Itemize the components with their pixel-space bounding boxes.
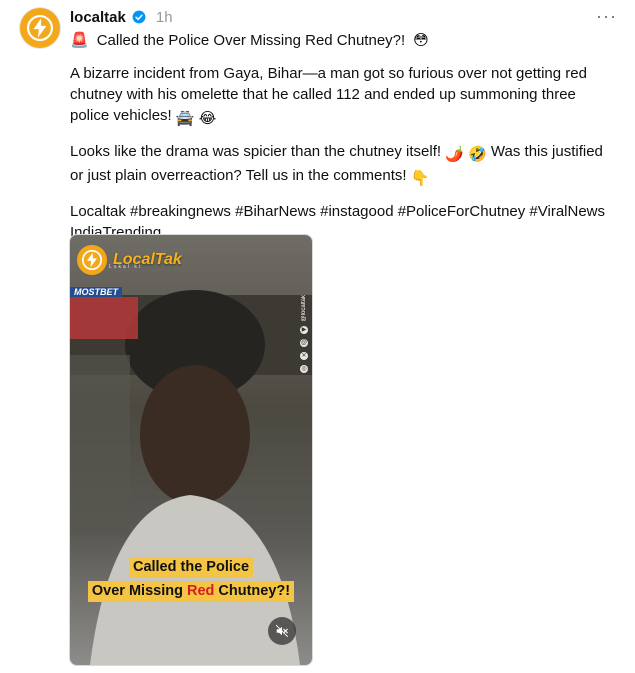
profile-avatar[interactable] [20, 8, 60, 48]
police-car-emoji: 🚔 [175, 110, 195, 127]
caption-line-2-a: Over Missing [91, 583, 187, 599]
instagram-icon: ◎ [300, 365, 308, 374]
post-title: Called the Police Over Missing Red Chutn… [96, 32, 406, 49]
mute-icon [275, 624, 289, 638]
post-body: 🚨 Called the Police Over Missing Red Chu… [70, 30, 610, 255]
post-title-line: 🚨 Called the Police Over Missing Red Chu… [70, 30, 610, 51]
video-brand-sub: Lokal ki [109, 264, 142, 270]
caption-line-2-red: Red [186, 583, 215, 599]
siren-emoji: 🚨 [70, 32, 89, 49]
caption-line-2: Over Missing Red Chutney?! [87, 581, 295, 602]
lightning-logo-icon [27, 15, 53, 41]
shocked-emoji: 😳 [413, 32, 429, 49]
verified-badge-icon [132, 10, 146, 24]
threads-icon: @ [300, 339, 308, 348]
username[interactable]: localtak [70, 9, 126, 26]
video-handle: @localtak [301, 295, 307, 322]
video-side-icons: @localtak ▶ @ ✕ ◎ [299, 295, 309, 374]
video-red-banner [70, 297, 138, 339]
post-paragraph-2: Looks like the drama was spicier than th… [70, 141, 610, 189]
post-timestamp[interactable]: 1h [156, 9, 173, 26]
laugh-emoji: 😂 [198, 110, 217, 127]
post-paragraph-1: A bizarre incident from Gaya, Bihar—a ma… [70, 63, 610, 129]
video-caption: Called the Police Over Missing Red Chutn… [70, 557, 312, 602]
mute-button[interactable] [268, 617, 296, 645]
video-logo-icon [77, 245, 107, 275]
more-options-icon[interactable]: ··· [596, 6, 617, 27]
paragraph-2-text: Looks like the drama was spicier than th… [70, 143, 442, 160]
paragraph-1-text: A bizarre incident from Gaya, Bihar—a ma… [70, 65, 587, 124]
x-icon: ✕ [300, 352, 308, 361]
thread-post: localtak 1h ··· 🚨 Called the Police Over… [0, 0, 635, 673]
rofl-emoji: 🤣 [468, 146, 487, 163]
point-down-emoji: 👇 [410, 170, 430, 187]
chili-emoji: 🌶️ [445, 146, 464, 163]
video-ticker: MOSTBET [70, 287, 122, 297]
post-header: localtak 1h [70, 8, 173, 26]
video-player[interactable]: LocalTak Lokal ki MOSTBET @localtak ▶ @ … [69, 234, 313, 666]
video-brand: LocalTak [77, 245, 182, 275]
youtube-icon: ▶ [300, 326, 308, 335]
caption-line-1: Called the Police [128, 557, 254, 578]
caption-line-2-b: Chutney?! [214, 583, 291, 599]
